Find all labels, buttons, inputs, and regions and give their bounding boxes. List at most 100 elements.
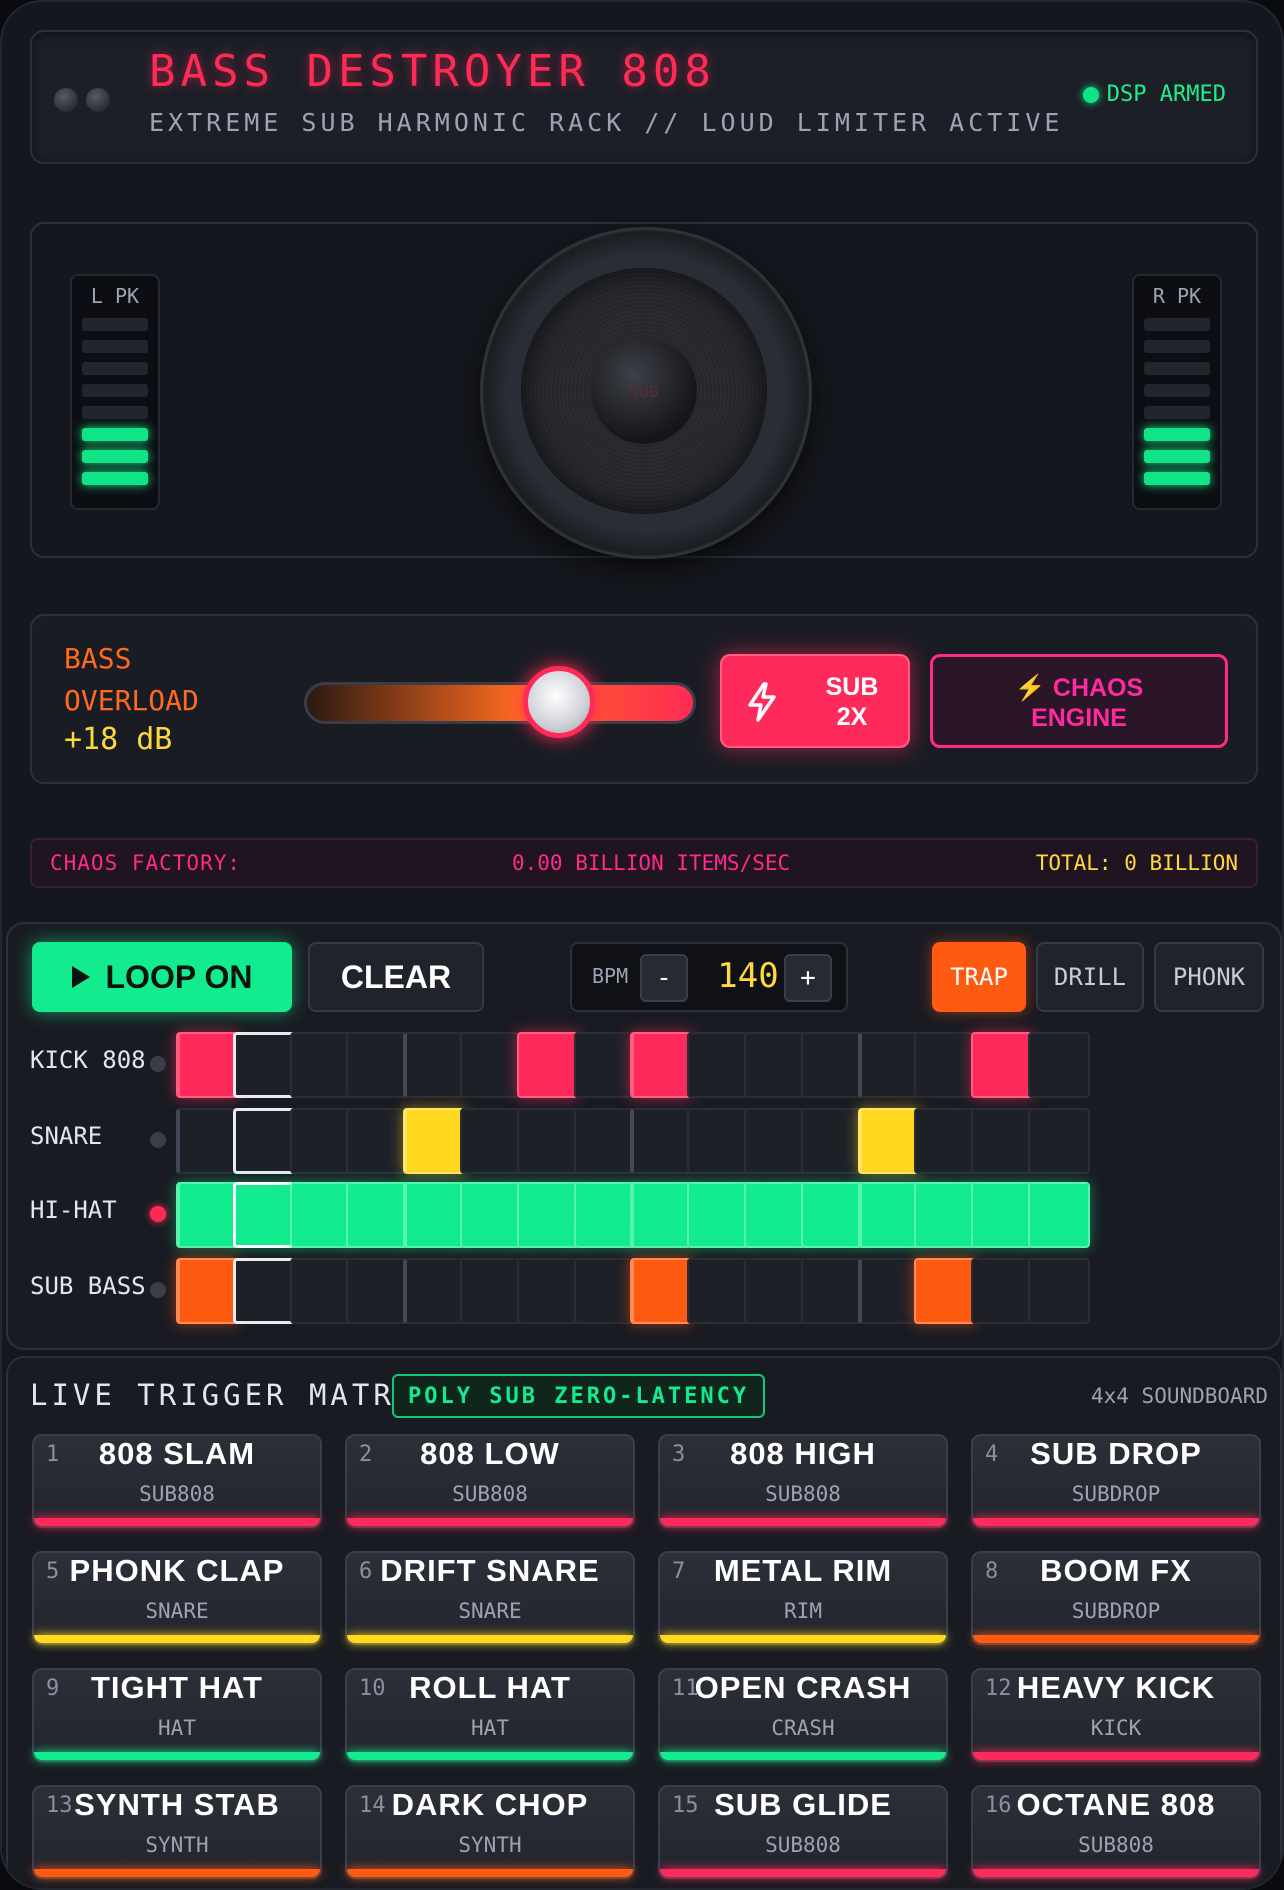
trigger-pad[interactable]: 11 OPEN CRASH CRASH: [658, 1668, 948, 1762]
step-cell[interactable]: [289, 1032, 352, 1098]
trigger-pad[interactable]: 15 SUB GLIDE SUB808: [658, 1785, 948, 1879]
step-cell[interactable]: [1028, 1032, 1090, 1098]
step-cell[interactable]: [516, 1258, 579, 1324]
step-cell[interactable]: [630, 1032, 693, 1098]
pad-color-bar: [34, 1869, 320, 1877]
step-cell[interactable]: [971, 1258, 1034, 1324]
step-cell[interactable]: [516, 1032, 579, 1098]
step-cell[interactable]: [232, 1108, 295, 1174]
step-cell[interactable]: [971, 1108, 1034, 1174]
step-cell[interactable]: [1028, 1258, 1090, 1324]
factory-total: TOTAL: 0 BILLION: [1035, 851, 1238, 875]
step-cell[interactable]: [744, 1108, 806, 1174]
meter-segment: [1144, 472, 1210, 485]
trigger-pad[interactable]: 1 808 SLAM SUB808: [32, 1434, 322, 1528]
step-cell[interactable]: [857, 1108, 920, 1174]
step-cell[interactable]: [630, 1108, 693, 1174]
trigger-pad[interactable]: 8 BOOM FX SUBDROP: [971, 1551, 1261, 1645]
trigger-pad[interactable]: 9 TIGHT HAT HAT: [32, 1668, 322, 1762]
step-cell[interactable]: [460, 1182, 522, 1248]
trigger-pad[interactable]: 3 808 HIGH SUB808: [658, 1434, 948, 1528]
bpm-increase-button[interactable]: +: [784, 954, 832, 1002]
dsp-status-label: DSP ARMED: [1106, 82, 1226, 107]
step-cell[interactable]: [744, 1182, 806, 1248]
step-cell[interactable]: [687, 1182, 750, 1248]
step-cell[interactable]: [460, 1032, 522, 1098]
step-cell[interactable]: [289, 1182, 352, 1248]
pad-name: METAL RIM: [713, 1553, 893, 1588]
step-cell[interactable]: [403, 1258, 466, 1324]
step-cell[interactable]: [857, 1182, 920, 1248]
preset-drill-button[interactable]: DRILL: [1036, 942, 1144, 1012]
step-cell[interactable]: [403, 1182, 466, 1248]
clear-button[interactable]: CLEAR: [308, 942, 484, 1012]
step-cell[interactable]: [232, 1182, 295, 1248]
chaos-engine-button[interactable]: ⚡ CHAOS ENGINE: [930, 654, 1228, 748]
trigger-pad[interactable]: 13 SYNTH STAB SYNTH: [32, 1785, 322, 1879]
loop-toggle-button[interactable]: LOOP ON: [32, 942, 292, 1012]
trigger-pad[interactable]: 2 808 LOW SUB808: [345, 1434, 635, 1528]
step-cell[interactable]: [914, 1258, 977, 1324]
step-cell[interactable]: [687, 1108, 750, 1174]
trigger-pad[interactable]: 5 PHONK CLAP SNARE: [32, 1551, 322, 1645]
step-cell[interactable]: [744, 1258, 806, 1324]
trigger-pad[interactable]: 4 SUB DROP SUBDROP: [971, 1434, 1261, 1528]
right-peak-meter: R PK: [1132, 274, 1222, 510]
step-cell[interactable]: [857, 1258, 920, 1324]
step-cell[interactable]: [289, 1108, 352, 1174]
step-cell[interactable]: [744, 1032, 806, 1098]
step-cell[interactable]: [857, 1032, 920, 1098]
step-cell[interactable]: [573, 1258, 636, 1324]
sub-2x-button[interactable]: SUB 2X: [720, 654, 910, 748]
overload-slider-track[interactable]: [304, 682, 696, 724]
step-cell[interactable]: [460, 1258, 522, 1324]
step-cell[interactable]: [914, 1032, 977, 1098]
trigger-pad[interactable]: 7 METAL RIM RIM: [658, 1551, 948, 1645]
step-cell[interactable]: [573, 1108, 636, 1174]
lightning-icon: [748, 682, 776, 722]
step-cell[interactable]: [289, 1258, 352, 1324]
trigger-pad[interactable]: 12 HEAVY KICK KICK: [971, 1668, 1261, 1762]
step-cell[interactable]: [232, 1032, 295, 1098]
step-cell[interactable]: [800, 1182, 863, 1248]
step-cell[interactable]: [403, 1108, 466, 1174]
step-cell[interactable]: [630, 1258, 693, 1324]
overload-slider-handle[interactable]: [523, 666, 596, 738]
step-cell[interactable]: [800, 1108, 863, 1174]
step-cell[interactable]: [232, 1258, 295, 1324]
app-subtitle: EXTREME SUB HARMONIC RACK // LOUD LIMITE…: [149, 108, 1064, 137]
step-cell[interactable]: [176, 1258, 238, 1324]
step-cell[interactable]: [176, 1032, 238, 1098]
trigger-pad[interactable]: 14 DARK CHOP SYNTH: [345, 1785, 635, 1879]
step-cell[interactable]: [176, 1182, 238, 1248]
preset-phonk-button[interactable]: PHONK: [1154, 942, 1264, 1012]
step-cell[interactable]: [687, 1032, 750, 1098]
step-cell[interactable]: [971, 1032, 1034, 1098]
step-cell[interactable]: [346, 1108, 409, 1174]
step-cell[interactable]: [176, 1108, 238, 1174]
step-cell[interactable]: [573, 1032, 636, 1098]
pad-type: CRASH: [771, 1716, 835, 1740]
step-cell[interactable]: [516, 1182, 579, 1248]
step-cell[interactable]: [914, 1182, 977, 1248]
bpm-decrease-button[interactable]: -: [640, 954, 688, 1002]
step-cell[interactable]: [460, 1108, 522, 1174]
preset-trap-button[interactable]: TRAP: [932, 942, 1026, 1012]
step-cell[interactable]: [800, 1258, 863, 1324]
step-cell[interactable]: [573, 1182, 636, 1248]
trigger-pad[interactable]: 10 ROLL HAT HAT: [345, 1668, 635, 1762]
step-cell[interactable]: [1028, 1182, 1090, 1248]
step-cell[interactable]: [971, 1182, 1034, 1248]
step-cell[interactable]: [346, 1032, 409, 1098]
trigger-pad[interactable]: 6 DRIFT SNARE SNARE: [345, 1551, 635, 1645]
step-cell[interactable]: [687, 1258, 750, 1324]
step-cell[interactable]: [403, 1032, 466, 1098]
step-cell[interactable]: [346, 1182, 409, 1248]
step-cell[interactable]: [914, 1108, 977, 1174]
step-cell[interactable]: [800, 1032, 863, 1098]
step-cell[interactable]: [1028, 1108, 1090, 1174]
step-cell[interactable]: [516, 1108, 579, 1174]
trigger-pad[interactable]: 16 OCTANE 808 SUB808: [971, 1785, 1261, 1879]
step-cell[interactable]: [346, 1258, 409, 1324]
step-cell[interactable]: [630, 1182, 693, 1248]
